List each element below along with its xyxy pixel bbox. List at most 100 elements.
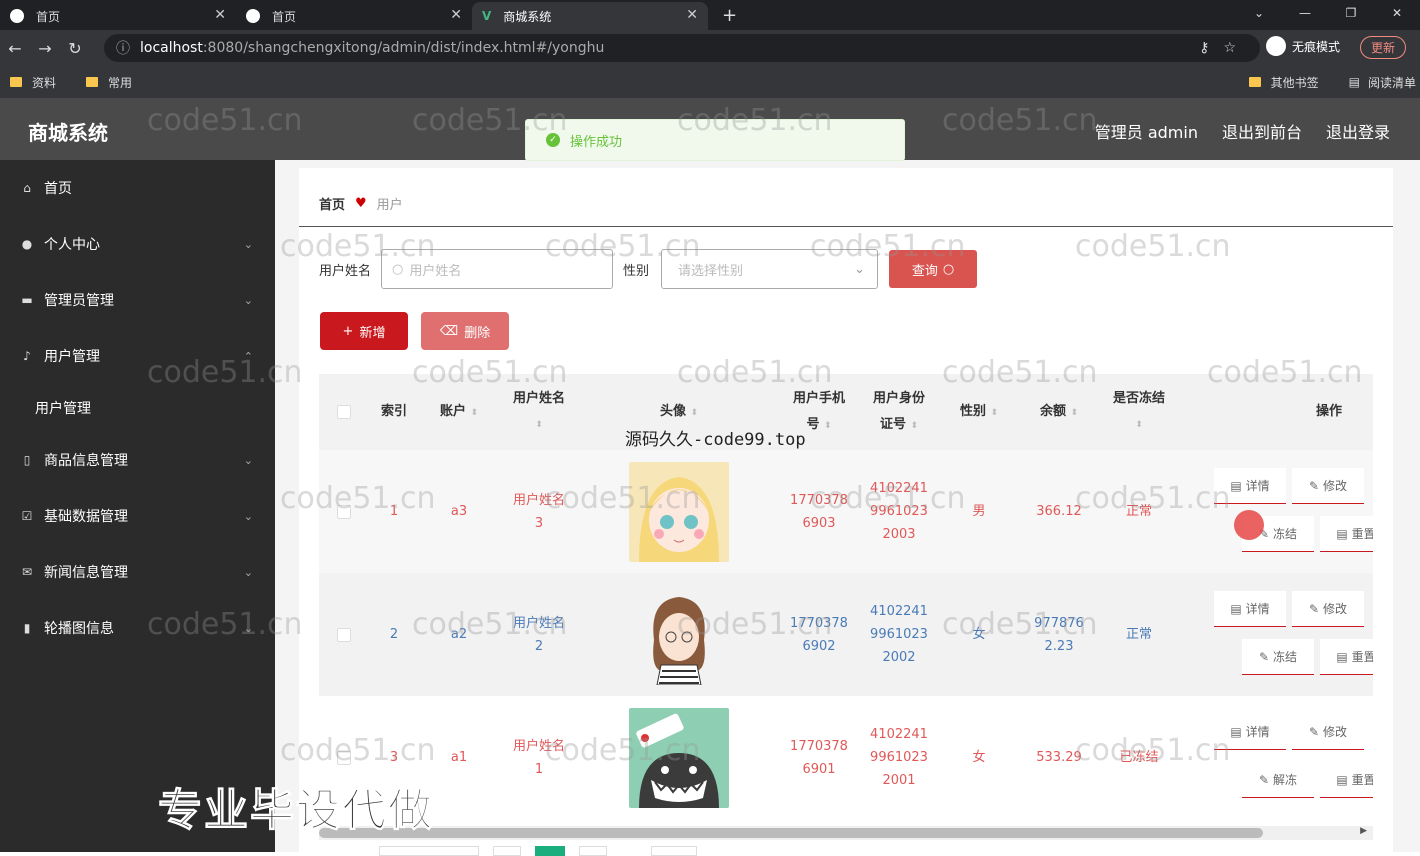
sidebar-item-admins[interactable]: ▬ 管理员管理 ⌄ bbox=[0, 272, 275, 328]
bookmark-folder[interactable]: 其他书签 bbox=[1248, 74, 1319, 91]
row-checkbox[interactable] bbox=[337, 750, 351, 765]
header-gender[interactable]: 性别 ⬍ bbox=[939, 374, 1019, 450]
reload-icon[interactable]: ↻ bbox=[60, 39, 90, 58]
header-name[interactable]: 用户姓名 ⬍ bbox=[499, 374, 579, 450]
info-icon[interactable]: ⓘ bbox=[116, 38, 130, 58]
reset-button[interactable]: ▤ 重置 bbox=[1320, 639, 1373, 675]
key-star-icons[interactable]: ⚷☆ bbox=[1199, 40, 1250, 56]
avatar-image bbox=[629, 461, 729, 562]
scrollbar-thumb[interactable] bbox=[319, 828, 1263, 838]
phone-icon: ▯ bbox=[23, 453, 31, 467]
sort-icon: ⬍ bbox=[1135, 420, 1143, 430]
reading-list[interactable]: ▤ 阅读清单 bbox=[1349, 74, 1416, 91]
cell-gender: 女 bbox=[972, 750, 986, 765]
new-tab-icon[interactable]: + bbox=[722, 5, 737, 26]
ad-caption: 专业毕设代做 bbox=[158, 785, 434, 837]
avatar-image bbox=[629, 584, 729, 685]
chevron-down-icon: ⌄ bbox=[243, 453, 253, 467]
vue-logo-icon: V bbox=[482, 9, 492, 23]
select-all-checkbox[interactable] bbox=[337, 405, 351, 419]
reset-button[interactable]: ▤ 重置 bbox=[1320, 516, 1373, 552]
admin-user-label: 管理员 admin bbox=[1094, 123, 1198, 142]
next-page-button[interactable] bbox=[579, 846, 607, 856]
header-balance[interactable]: 余额 ⬍ bbox=[1019, 374, 1099, 450]
content-panel: 首页 ♥ 用户 用户姓名 ○ 用户姓名 性别 请选择性别 ⌄ 查询 ○ + 新增 ⌫ 删除… bbox=[299, 168, 1393, 856]
header-account[interactable]: 账户 ⬍ bbox=[419, 374, 499, 450]
page-button-active[interactable] bbox=[535, 846, 565, 856]
gender-label: 性别 bbox=[623, 263, 650, 279]
sidebar-item-news[interactable]: ✉ 新闻信息管理 ⌄ bbox=[0, 544, 275, 600]
sort-icon: ⬍ bbox=[470, 407, 479, 418]
row-checkbox[interactable] bbox=[337, 627, 351, 642]
detail-button[interactable]: ▤ 详情 bbox=[1214, 468, 1286, 504]
cell-account: a2 bbox=[450, 627, 468, 642]
sidebar-item-home[interactable]: ⌂ 首页 bbox=[0, 160, 275, 216]
close-icon[interactable]: ✕ bbox=[686, 7, 698, 23]
scroll-right-icon[interactable]: ▶ bbox=[1360, 826, 1367, 836]
gender-select[interactable]: 请选择性别 ⌄ bbox=[661, 249, 879, 289]
reset-button[interactable]: ▤ 重置 bbox=[1320, 762, 1373, 798]
back-to-front-link[interactable]: 退出到前台 bbox=[1222, 119, 1302, 143]
doc-icon: ▤ bbox=[1230, 724, 1242, 739]
sidebar-item-products[interactable]: ▯ 商品信息管理 ⌄ bbox=[0, 432, 275, 488]
detail-button[interactable]: ▤ 详情 bbox=[1214, 591, 1286, 627]
bookmark-folder[interactable]: 资料 bbox=[10, 74, 56, 91]
table-row: 3 a1 用户姓名 1 1770378 6901 4102241 9961023 200… bbox=[319, 696, 1373, 819]
edit-button[interactable]: ✎ 修改 bbox=[1292, 468, 1364, 504]
window-close-icon[interactable]: ✕ bbox=[1374, 0, 1420, 26]
horizontal-scrollbar[interactable]: ▶ bbox=[319, 826, 1373, 840]
row-checkbox[interactable] bbox=[337, 504, 351, 519]
tab-search-icon[interactable]: ⌄ bbox=[1236, 0, 1282, 26]
edit-button[interactable]: ✎ 修改 bbox=[1292, 714, 1364, 750]
name-search-input[interactable]: ○ 用户姓名 bbox=[381, 249, 614, 289]
bookmark-folder[interactable]: 常用 bbox=[86, 74, 132, 91]
window-controls: ⌄ — ❐ ✕ bbox=[1236, 0, 1420, 26]
cell-gender: 女 bbox=[972, 627, 986, 642]
detail-button[interactable]: ▤ 详情 bbox=[1214, 714, 1286, 750]
incognito-badge[interactable]: 无痕模式 bbox=[1266, 36, 1340, 56]
sidebar-item-carousel[interactable]: ▮ 轮播图信息 ⌄ bbox=[0, 600, 275, 656]
close-icon[interactable]: ✕ bbox=[450, 7, 462, 23]
close-icon[interactable]: ✕ bbox=[214, 7, 226, 23]
edit-button[interactable]: ✎ 修改 bbox=[1292, 591, 1364, 627]
url-field[interactable]: ⓘ localhost:8080/shangchengxitong/admin/… bbox=[104, 34, 1260, 62]
header-frozen[interactable]: 是否冻结 ⬍ bbox=[1099, 374, 1179, 450]
back-icon[interactable]: ← bbox=[0, 39, 30, 58]
update-button[interactable]: 更新 bbox=[1360, 36, 1407, 59]
cell-balance: 366.12 bbox=[1036, 504, 1082, 519]
sort-icon: ⬍ bbox=[910, 420, 919, 431]
browser-tab[interactable]: 首页 ✕ bbox=[236, 2, 472, 30]
logout-link[interactable]: 退出登录 bbox=[1326, 119, 1390, 143]
freeze-button[interactable]: ✎ 冻结 bbox=[1242, 639, 1314, 675]
chevron-down-icon: ⌄ bbox=[243, 237, 253, 251]
success-toast: ✓ 操作成功 bbox=[525, 119, 905, 161]
address-bar-row: ← → ↻ ⓘ localhost:8080/shangchengxitong/… bbox=[0, 30, 1420, 66]
sidebar-item-users[interactable]: ♪ 用户管理 ⌃ bbox=[0, 328, 275, 384]
mail-icon: ✉ bbox=[21, 565, 33, 579]
minimize-icon[interactable]: — bbox=[1282, 0, 1328, 26]
sidebar-item-basedata[interactable]: ☑ 基础数据管理 ⌄ bbox=[0, 488, 275, 544]
pagination bbox=[379, 846, 697, 856]
chevron-up-icon: ⌃ bbox=[243, 349, 253, 363]
prev-page-button[interactable] bbox=[493, 846, 521, 856]
edit-icon: ✎ bbox=[1308, 724, 1320, 739]
cell-name: 用户姓名 2 bbox=[512, 615, 565, 654]
sidebar-item-profile[interactable]: ● 个人中心 ⌄ bbox=[0, 216, 275, 272]
add-button[interactable]: + 新增 bbox=[320, 312, 408, 350]
delete-button[interactable]: ⌫ 删除 bbox=[421, 312, 509, 350]
browser-tab-active[interactable]: V 商城系统 ✕ bbox=[472, 2, 708, 30]
page-size-select[interactable] bbox=[379, 846, 479, 856]
header-idcard[interactable]: 用户身份 证号 ⬍ bbox=[859, 374, 939, 450]
maximize-icon[interactable]: ❐ bbox=[1328, 0, 1374, 26]
breadcrumb-home[interactable]: 首页 bbox=[319, 194, 345, 213]
sidebar-subitem-users[interactable]: 用户管理 bbox=[0, 384, 275, 432]
jump-page-input[interactable] bbox=[651, 846, 697, 856]
avatar-image bbox=[629, 707, 729, 808]
browser-tab[interactable]: 首页 ✕ bbox=[0, 2, 236, 30]
unfreeze-button[interactable]: ✎ 解冻 bbox=[1242, 762, 1314, 798]
forward-icon[interactable]: → bbox=[30, 39, 60, 58]
header-checkbox-cell bbox=[319, 374, 369, 450]
doc-icon: ▤ bbox=[1230, 601, 1242, 616]
query-button[interactable]: 查询 ○ bbox=[889, 250, 978, 288]
heart-icon: ♥ bbox=[355, 196, 367, 211]
